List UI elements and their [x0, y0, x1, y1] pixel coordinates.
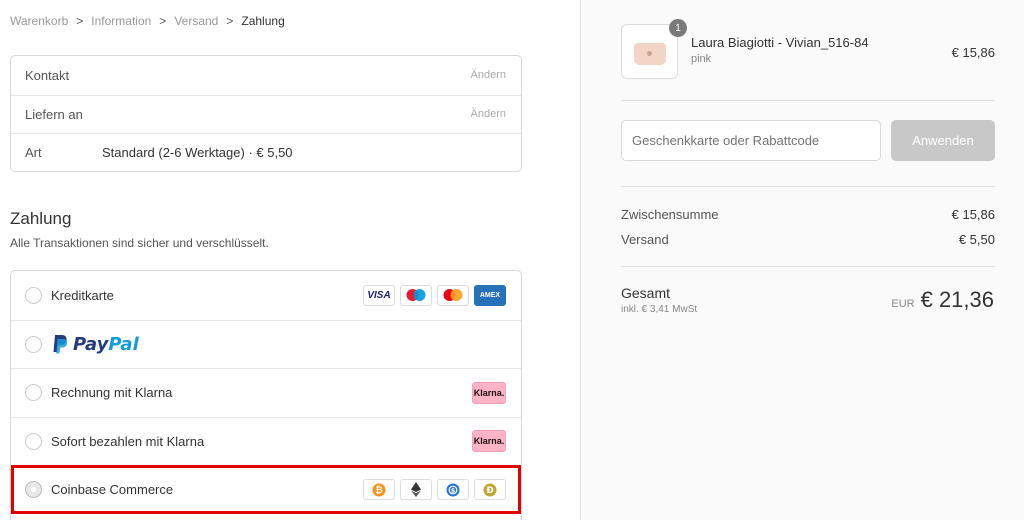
product-price: € 15,86: [951, 45, 995, 60]
radio-button[interactable]: [25, 432, 42, 450]
order-summary: 1 Laura Biagiotti - Vivian_516-84 pink €…: [580, 0, 1024, 520]
discount-code-input[interactable]: [621, 120, 881, 161]
product-variant: pink: [691, 53, 712, 65]
breadcrumb-separator-icon: >: [76, 14, 84, 28]
total-currency: EUR: [891, 298, 915, 310]
mastercard-icon: [437, 284, 469, 306]
klarna-icon: Klarna.: [472, 430, 506, 453]
total-tax: inkl. € 3,41 MwSt: [621, 304, 698, 315]
payment-option-paypal[interactable]: Pay Pal: [11, 319, 521, 369]
change-ship-to-link[interactable]: Ändern: [471, 108, 506, 120]
usdc-icon: $: [437, 479, 469, 501]
bitcoin-icon: ₿: [363, 479, 395, 501]
quantity-badge: 1: [669, 19, 687, 37]
divider: [621, 266, 995, 267]
breadcrumb-information[interactable]: Information: [91, 14, 151, 28]
paypal-text-pay: Pay: [73, 333, 109, 355]
payment-option-credit-card[interactable]: Kreditkarte VISA AMEX: [11, 271, 521, 320]
radio-button[interactable]: [25, 286, 42, 304]
payment-methods: Kreditkarte VISA AMEX Pay Pal Rechnung m…: [10, 270, 522, 520]
subtotal-label: Zwischensumme: [621, 207, 719, 222]
subtotal-value: € 15,86: [951, 207, 995, 222]
svg-text:$: $: [451, 486, 456, 494]
amex-icon: AMEX: [474, 284, 506, 306]
visa-icon: VISA: [363, 284, 395, 306]
paypal-logo: Pay Pal: [51, 334, 139, 355]
change-contact-link[interactable]: Ändern: [471, 69, 506, 81]
svg-text:Ð: Ð: [486, 486, 493, 496]
shipping-label: Versand: [621, 232, 669, 247]
breadcrumb-separator-icon: >: [226, 14, 234, 28]
shipping-row: Versand € 5,50: [621, 232, 995, 247]
product-name: Laura Biagiotti - Vivian_516-84: [691, 35, 869, 50]
divider: [621, 100, 995, 101]
radio-button[interactable]: [25, 384, 42, 402]
crypto-badges: ₿ $ Ð: [363, 479, 506, 501]
payment-option-klarna-sofort[interactable]: Sofort bezahlen mit Klarna Klarna.: [11, 416, 521, 466]
breadcrumb-shipping[interactable]: Versand: [174, 14, 218, 28]
svg-text:₿: ₿: [375, 485, 382, 496]
radio-button-selected[interactable]: [25, 481, 42, 499]
payment-subtitle: Alle Transaktionen sind sicher und versc…: [10, 236, 269, 250]
klarna-icon: Klarna.: [472, 381, 506, 404]
review-value: Standard (2-6 Werktage) · € 5,50: [102, 145, 293, 161]
main-content: Warenkorb > Information > Versand > Zahl…: [0, 0, 580, 520]
shipping-value: € 5,50: [958, 232, 995, 247]
breadcrumb-payment: Zahlung: [241, 14, 285, 28]
ethereum-icon: [400, 479, 432, 501]
payment-option-coinbase[interactable]: Coinbase Commerce ₿ $ Ð: [11, 465, 521, 514]
radio-button[interactable]: [25, 335, 42, 353]
subtotal-row: Zwischensumme € 15,86: [621, 207, 995, 222]
total-value: EUR € 21,36: [891, 287, 994, 313]
dogecoin-icon: Ð: [474, 479, 506, 501]
breadcrumb-separator-icon: >: [159, 14, 167, 28]
total-amount: € 21,36: [920, 287, 994, 312]
review-label: Liefern an: [25, 106, 83, 122]
payment-option-label: Rechnung mit Klarna: [51, 385, 173, 401]
product-thumbnail: 1: [621, 19, 687, 79]
payment-option-label: Sofort bezahlen mit Klarna: [51, 433, 205, 449]
payment-option-label: Kreditkarte: [51, 287, 114, 303]
review-label: Kontakt: [25, 67, 70, 83]
review-label: Art: [25, 145, 42, 161]
card-badges: VISA AMEX: [363, 284, 506, 306]
cart-item: 1 Laura Biagiotti - Vivian_516-84 pink €…: [621, 19, 995, 80]
payment-title: Zahlung: [10, 209, 72, 228]
review-box: Kontakt Ändern Liefern an Ändern Art Sta…: [10, 55, 522, 172]
apply-discount-button[interactable]: Anwenden: [891, 120, 995, 161]
review-row-contact: Kontakt Ändern: [11, 56, 521, 95]
review-row-method: Art Standard (2-6 Werktage) · € 5,50: [11, 133, 521, 172]
payment-option-klarna-invoice[interactable]: Rechnung mit Klarna Klarna.: [11, 368, 521, 417]
divider: [621, 186, 995, 187]
paypal-icon: [53, 335, 68, 354]
review-row-ship-to: Liefern an Ändern: [11, 94, 521, 134]
total-label: Gesamt: [621, 285, 671, 301]
breadcrumb: Warenkorb > Information > Versand > Zahl…: [10, 14, 285, 28]
bag-icon: [634, 43, 666, 65]
payment-option-label: Coinbase Commerce: [51, 482, 174, 498]
paypal-text-pal: Pal: [108, 333, 139, 355]
maestro-icon: [400, 284, 432, 306]
breadcrumb-cart[interactable]: Warenkorb: [10, 14, 68, 28]
